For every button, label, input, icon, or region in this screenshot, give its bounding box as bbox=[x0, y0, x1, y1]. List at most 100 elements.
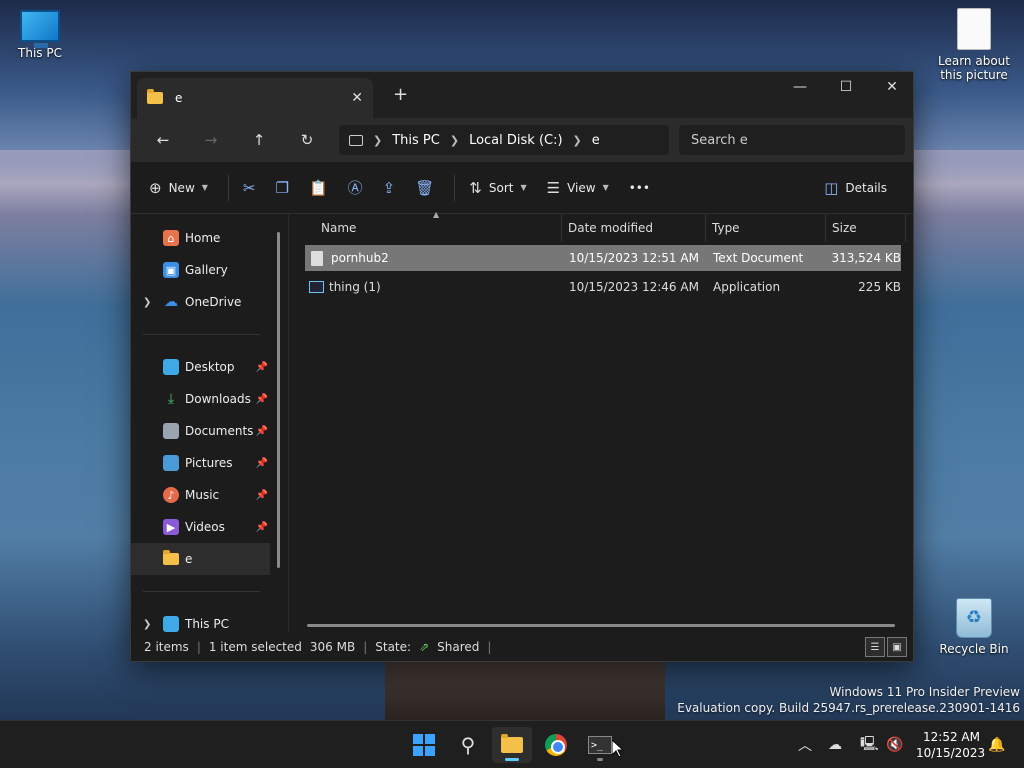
desktop-icon-recycle-bin[interactable]: ♻ Recycle Bin bbox=[934, 598, 1014, 656]
sidebar-item-documents[interactable]: Documents 📌 bbox=[131, 415, 288, 447]
chevron-right-icon: ❯ bbox=[572, 133, 582, 147]
search-button[interactable]: ⚲ bbox=[448, 727, 488, 763]
chevron-right-icon[interactable]: ❯ bbox=[143, 619, 151, 630]
tiles-view-icon[interactable]: ▣ bbox=[887, 637, 907, 657]
up-button[interactable]: ↑ bbox=[235, 131, 283, 149]
sidebar-item-label: Home bbox=[185, 231, 221, 245]
folder-icon bbox=[501, 734, 523, 753]
view-label: View bbox=[567, 180, 596, 195]
chevron-right-icon[interactable]: ❯ bbox=[143, 297, 151, 308]
desktop-icon bbox=[163, 359, 179, 375]
new-tab-button[interactable]: + bbox=[393, 84, 408, 105]
watermark-line: Windows 11 Pro Insider Preview bbox=[829, 685, 1020, 699]
new-button[interactable]: ⊕ New ▼ bbox=[149, 179, 208, 197]
sidebar-scrollbar[interactable] bbox=[277, 232, 280, 568]
show-hidden-icons-button[interactable]: ︿ bbox=[798, 721, 812, 768]
start-button[interactable] bbox=[404, 727, 444, 763]
column-date-modified[interactable]: Date modified bbox=[562, 214, 706, 242]
sidebar-item-e[interactable]: e bbox=[131, 543, 270, 575]
breadcrumb-local-disk[interactable]: Local Disk (C:) bbox=[469, 133, 562, 148]
file-explorer-window: e ✕ + — ☐ ✕ ← → ↑ ↻ ❯ This PC ❯ Local Di… bbox=[130, 71, 914, 662]
share-button[interactable]: ⇪ bbox=[383, 179, 396, 197]
sidebar-item-gallery[interactable]: ▣ Gallery bbox=[131, 254, 288, 286]
notification-button[interactable]: 🔔 bbox=[988, 721, 1005, 768]
command-bar: ⊕ New ▼ ✂ ❐ 📋 Ⓐ ⇪ 🗑 ⇅ Sort ▼ ☰ View ▼ ••… bbox=[131, 162, 913, 214]
more-label: ••• bbox=[628, 180, 650, 195]
table-row[interactable]: pornhub2 10/15/2023 12:51 AM Text Docume… bbox=[305, 245, 901, 271]
taskbar-file-explorer[interactable] bbox=[492, 727, 532, 763]
title-bar: e ✕ + — ☐ ✕ bbox=[131, 72, 913, 118]
column-name[interactable]: Name bbox=[289, 214, 562, 242]
sidebar-item-music[interactable]: ♪ Music 📌 bbox=[131, 479, 288, 511]
cut-button[interactable]: ✂ bbox=[243, 179, 256, 197]
volume-tray-icon[interactable]: 🔇 bbox=[886, 721, 903, 768]
horizontal-scrollbar[interactable] bbox=[307, 624, 895, 627]
taskbar: ⚲ >_ ︿ ☁ 🖳 🔇 12:52 AM 10/15/2023 🔔 bbox=[0, 720, 1024, 768]
chrome-icon bbox=[545, 734, 567, 756]
pin-icon: 📌 bbox=[255, 393, 268, 405]
selection-count: 1 item selected bbox=[208, 640, 302, 654]
chevron-down-icon: ▼ bbox=[520, 183, 527, 192]
tab-e[interactable]: e ✕ bbox=[137, 78, 373, 118]
search-input[interactable]: Search e bbox=[679, 125, 905, 155]
running-indicator bbox=[597, 758, 603, 761]
details-button[interactable]: ◫ Details bbox=[824, 179, 887, 197]
sidebar-item-videos[interactable]: ▶ Videos 📌 bbox=[131, 511, 288, 543]
details-view-icon[interactable]: ☰ bbox=[865, 637, 885, 657]
breadcrumb-this-pc[interactable]: This PC bbox=[392, 133, 440, 148]
desktop-icon-label: This PC bbox=[18, 46, 62, 60]
scissors-icon: ✂ bbox=[242, 178, 256, 197]
desktop-icon-learn-picture[interactable]: Learn about this picture bbox=[934, 8, 1014, 82]
forward-button[interactable]: → bbox=[187, 131, 235, 149]
divider bbox=[143, 334, 260, 335]
copy-button[interactable]: ❐ bbox=[276, 179, 289, 197]
sort-ascending-icon: ▲ bbox=[433, 210, 440, 219]
sidebar-item-onedrive[interactable]: ❯ ☁ OneDrive bbox=[131, 286, 288, 318]
sort-label: Sort bbox=[488, 180, 514, 195]
wallpaper-pier bbox=[385, 660, 665, 720]
sidebar-item-label: Pictures bbox=[185, 456, 233, 470]
clock[interactable]: 12:52 AM 10/15/2023 bbox=[916, 729, 985, 761]
table-row[interactable]: thing (1) 10/15/2023 12:46 AM Applicatio… bbox=[305, 274, 901, 300]
tab-close-button[interactable]: ✕ bbox=[351, 90, 363, 106]
pin-icon: 📌 bbox=[255, 489, 268, 501]
onedrive-tray-icon[interactable]: ☁ bbox=[828, 721, 842, 768]
home-icon: ⌂ bbox=[163, 230, 179, 246]
column-size[interactable]: Size bbox=[826, 214, 906, 242]
more-options-button[interactable]: ••• bbox=[629, 181, 650, 195]
minimize-button[interactable]: — bbox=[777, 72, 823, 102]
view-button[interactable]: ☰ View ▼ bbox=[547, 179, 609, 197]
sidebar-item-home[interactable]: ⌂ Home bbox=[131, 222, 288, 254]
explorer-body: ⌂ Home ▣ Gallery ❯ ☁ OneDrive Desktop 📌 … bbox=[131, 210, 913, 633]
sidebar-item-pictures[interactable]: Pictures 📌 bbox=[131, 447, 288, 479]
pin-icon: 📌 bbox=[255, 361, 268, 373]
sidebar-item-label: OneDrive bbox=[185, 295, 242, 309]
paste-button[interactable]: 📋 bbox=[309, 179, 328, 197]
sort-icon: ⇅ bbox=[469, 178, 482, 197]
rename-button[interactable]: Ⓐ bbox=[348, 177, 363, 198]
breadcrumb-e[interactable]: e bbox=[592, 133, 600, 148]
column-type[interactable]: Type bbox=[706, 214, 826, 242]
file-type: Text Document bbox=[713, 251, 804, 265]
desktop-icon-this-pc[interactable]: This PC bbox=[0, 10, 80, 60]
back-button[interactable]: ← bbox=[139, 131, 187, 149]
sidebar-item-desktop[interactable]: Desktop 📌 bbox=[131, 351, 288, 383]
sidebar-item-label: Downloads bbox=[185, 392, 251, 406]
sidebar-item-label: Gallery bbox=[185, 263, 228, 277]
refresh-button[interactable]: ↻ bbox=[283, 131, 331, 149]
sidebar-item-label: Videos bbox=[185, 520, 225, 534]
videos-icon: ▶ bbox=[163, 519, 179, 535]
close-button[interactable]: ✕ bbox=[869, 72, 915, 102]
network-tray-icon[interactable]: 🖳 bbox=[860, 721, 879, 768]
taskbar-chrome[interactable] bbox=[536, 727, 576, 763]
new-label: New bbox=[168, 180, 195, 195]
file-list: ▲ Name Date modified Type Size pornhub2 … bbox=[289, 210, 913, 633]
desktop-icon-label: Recycle Bin bbox=[939, 642, 1009, 656]
pin-icon: 📌 bbox=[255, 521, 268, 533]
delete-button[interactable]: 🗑 bbox=[415, 179, 434, 197]
sidebar-item-downloads[interactable]: ⤓ Downloads 📌 bbox=[131, 383, 288, 415]
maximize-button[interactable]: ☐ bbox=[823, 72, 869, 102]
sort-button[interactable]: ⇅ Sort ▼ bbox=[469, 179, 526, 197]
address-bar[interactable]: ❯ This PC ❯ Local Disk (C:) ❯ e bbox=[339, 125, 669, 155]
desktop-icon-label: Learn about this picture bbox=[938, 54, 1010, 82]
